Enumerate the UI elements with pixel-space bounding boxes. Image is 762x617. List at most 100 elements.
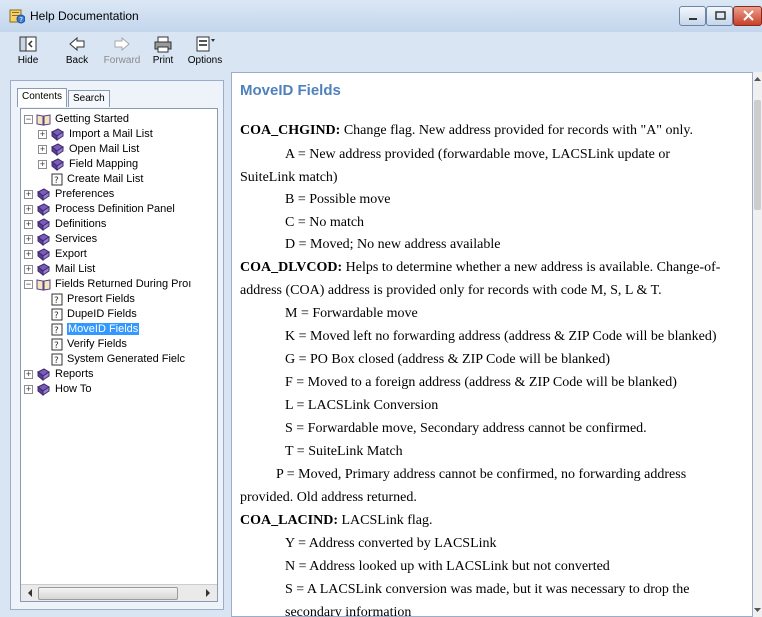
field-description: LACSLink flag. [338,513,433,528]
tree-item-import-mail-list[interactable]: + Import a Mail List [38,127,153,142]
horizontal-scrollbar[interactable] [21,584,217,601]
back-button[interactable]: Back [60,35,94,66]
book-icon [37,383,50,396]
tree-item-system-generated[interactable]: ? System Generated Fielc [51,352,185,367]
tree-item-preferences[interactable]: + Preferences [24,187,114,202]
collapse-icon[interactable]: − [24,115,33,124]
minimize-button[interactable] [679,6,706,26]
code-line: S = A LACSLink conversion was made, but … [285,582,690,597]
tree-item-process-definition-panel[interactable]: + Process Definition Panel [24,202,175,217]
scroll-down-icon[interactable] [753,605,762,615]
book-icon [37,263,50,276]
scroll-left-icon[interactable] [23,586,37,600]
expand-icon[interactable]: + [24,235,33,244]
tab-contents-label: Contents [22,91,63,102]
field-name: COA_CHGIND: [240,123,341,138]
printer-icon [154,36,172,53]
scroll-right-icon[interactable] [201,586,215,600]
tree-item-field-mapping[interactable]: + Field Mapping [38,157,138,172]
hide-button[interactable]: Hide [14,35,42,66]
tree-item-export[interactable]: + Export [24,247,87,262]
book-icon [37,188,50,201]
tree-item-dupeid-fields[interactable]: ? DupeID Fields [51,307,137,322]
code-line: Y = Address converted by LACSLink [285,536,497,551]
tree-item-mail-list[interactable]: + Mail List [24,262,95,277]
field-description-cont: address (COA) address is provided only f… [240,283,662,298]
minimize-icon [689,18,697,20]
options-icon [196,36,215,52]
expand-icon[interactable]: + [24,205,33,214]
expand-icon[interactable]: + [24,220,33,229]
code-line: B = Possible move [285,192,391,207]
tree-label: System Generated Fielc [67,353,185,365]
help-page-icon: ? [51,173,63,186]
close-button[interactable] [733,6,762,26]
tree-item-fields-returned[interactable]: − Fields Returned During Proı [24,277,191,292]
navigation-pane: Contents Search − Getting Started + Import… [10,80,224,610]
code-line: C = No match [285,215,365,230]
code-line: P = Moved, Primary address cannot be con… [276,467,687,482]
book-icon [37,233,50,246]
field-coa-lacind: COA_LACIND: LACSLink flag. [240,513,433,529]
code-line: S = Forwardable move, Secondary address … [285,421,647,436]
scroll-up-icon[interactable] [753,74,762,84]
help-page-icon: ? [51,323,63,336]
expand-icon[interactable]: + [38,145,47,154]
expand-icon[interactable]: + [24,385,33,394]
tree-label: Fields Returned During Proı [55,278,192,290]
expand-icon[interactable]: + [38,130,47,139]
code-line: T = SuiteLink Match [285,444,403,459]
tree-item-services[interactable]: + Services [24,232,97,247]
tree-item-definitions[interactable]: + Definitions [24,217,106,232]
tab-search[interactable]: Search [68,90,110,107]
close-icon [743,10,754,21]
code-line: G = PO Box closed (address & ZIP Code wi… [285,352,611,367]
tree-label: Process Definition Panel [55,203,175,215]
toolbar: Hide Back Forward Print Options [0,32,762,72]
expand-icon[interactable]: + [24,190,33,199]
print-button[interactable]: Print [148,35,178,66]
code-line: L = LACSLink Conversion [285,398,439,413]
expand-icon[interactable]: + [24,265,33,274]
expand-icon[interactable]: + [24,250,33,259]
field-description: Helps to determine whether a new address… [342,260,721,275]
book-icon [37,203,50,216]
tree-item-create-mail-list[interactable]: ? Create Mail List [51,172,143,187]
maximize-icon [715,11,726,20]
forward-arrow-icon [114,36,130,52]
tree-item-moveid-fields[interactable]: ? MoveID Fields [51,322,140,337]
tree-item-verify-fields[interactable]: ? Verify Fields [51,337,127,352]
topic-content: MoveID Fields COA_CHGIND: Change flag. N… [231,72,753,617]
open-book-icon [36,114,51,126]
tree-item-presort-fields[interactable]: ? Presort Fields [51,292,135,307]
tree-label: Definitions [55,218,107,230]
tree-label: Presort Fields [67,293,135,305]
forward-label: Forward [103,55,141,66]
code-line: M = Forwardable move [285,306,418,321]
help-page-icon: ? [51,353,63,366]
tree-item-how-to[interactable]: + How To [24,382,91,397]
expand-icon[interactable]: + [24,370,33,379]
options-button[interactable]: Options [186,35,224,66]
tree-label: Field Mapping [69,158,139,170]
tab-contents[interactable]: Contents [17,88,67,107]
field-coa-dlvcod: COA_DLVCOD: Helps to determine whether a… [240,260,720,276]
scrollbar-thumb[interactable] [38,587,178,600]
maximize-button[interactable] [706,6,733,26]
expand-icon[interactable]: + [38,160,47,169]
tree-label: Mail List [55,263,96,275]
tree-item-open-mail-list[interactable]: + Open Mail List [38,142,139,157]
forward-button[interactable]: Forward [100,35,144,66]
scrollbar-thumb[interactable] [754,100,761,210]
help-page-icon: ? [51,338,63,351]
svg-text:?: ? [54,296,59,306]
collapse-icon[interactable]: − [24,280,33,289]
field-name: COA_DLVCOD: [240,260,343,275]
svg-text:?: ? [54,341,59,351]
tree-item-reports[interactable]: + Reports [24,367,94,382]
options-label: Options [187,55,223,66]
tree-item-getting-started[interactable]: − Getting Started [24,112,129,127]
tree-label: Reports [55,368,94,380]
vertical-scrollbar[interactable] [753,72,762,617]
back-arrow-icon [69,36,85,52]
